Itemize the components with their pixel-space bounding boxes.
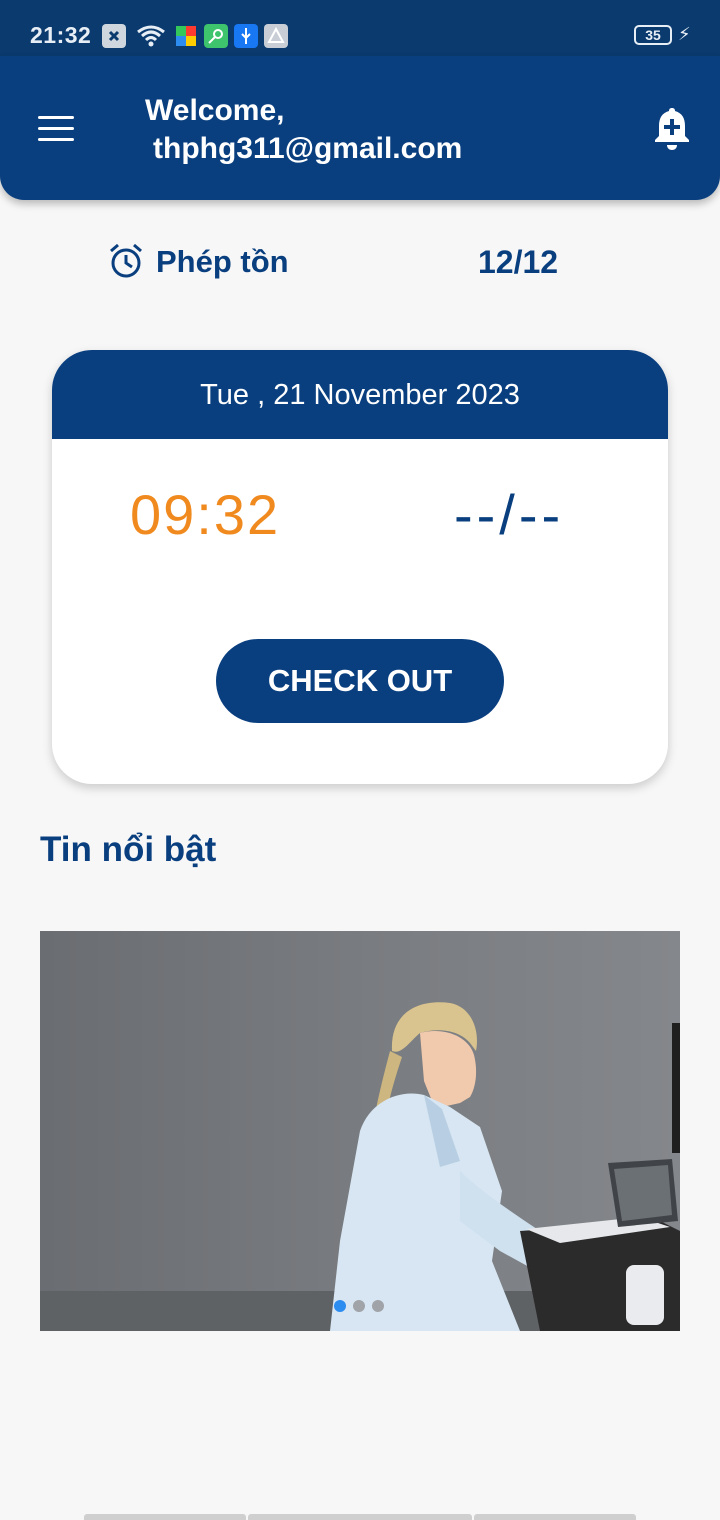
status-bar: 21:32 35 ⚡ xyxy=(0,0,720,56)
leave-label: Phép tồn xyxy=(156,244,289,279)
wifi-icon xyxy=(136,24,165,48)
menu-icon xyxy=(38,116,74,119)
leave-balance-row: Phép tồn 12/12 xyxy=(0,238,720,288)
carousel-dots xyxy=(334,1300,384,1312)
triangle-icon xyxy=(264,24,288,48)
puzzle-icon xyxy=(174,24,198,48)
alarm-clock-icon xyxy=(110,243,142,278)
check-out-time: --/-- xyxy=(454,483,565,546)
attendance-card: Tue , 21 November 2023 09:32 --/-- CHECK… xyxy=(52,350,668,784)
user-email: thphg311@gmail.com xyxy=(153,132,463,165)
welcome-label: Welcome, xyxy=(145,94,285,127)
welcome-text: Welcome, thphg311@gmail.com xyxy=(145,92,462,168)
key-icon xyxy=(204,24,228,48)
app-header: Welcome, thphg311@gmail.com xyxy=(0,56,720,200)
carousel-dot[interactable] xyxy=(372,1300,384,1312)
bottom-nav-segment xyxy=(84,1514,246,1520)
news-banner-carousel[interactable] xyxy=(40,931,680,1331)
card-date: Tue , 21 November 2023 xyxy=(52,350,668,439)
carousel-dot[interactable] xyxy=(334,1300,346,1312)
leave-value: 12/12 xyxy=(478,244,559,280)
check-out-button[interactable]: CHECK OUT xyxy=(216,639,504,723)
usb-icon xyxy=(234,24,258,48)
doctor-ultrasound-image xyxy=(40,1002,680,1331)
charging-icon: ⚡ xyxy=(678,24,691,44)
battery-indicator: 35 xyxy=(634,25,672,45)
check-in-time: 09:32 xyxy=(130,483,281,546)
bell-plus-icon xyxy=(655,108,689,150)
news-section-title: Tin nổi bật xyxy=(40,830,217,869)
notification-x-icon xyxy=(102,24,126,48)
bottom-nav-segment xyxy=(474,1514,636,1520)
status-time: 21:32 xyxy=(30,22,92,48)
menu-button[interactable] xyxy=(38,116,74,142)
carousel-dot[interactable] xyxy=(353,1300,365,1312)
notification-button[interactable] xyxy=(652,106,692,152)
bottom-nav-segment xyxy=(248,1514,472,1520)
